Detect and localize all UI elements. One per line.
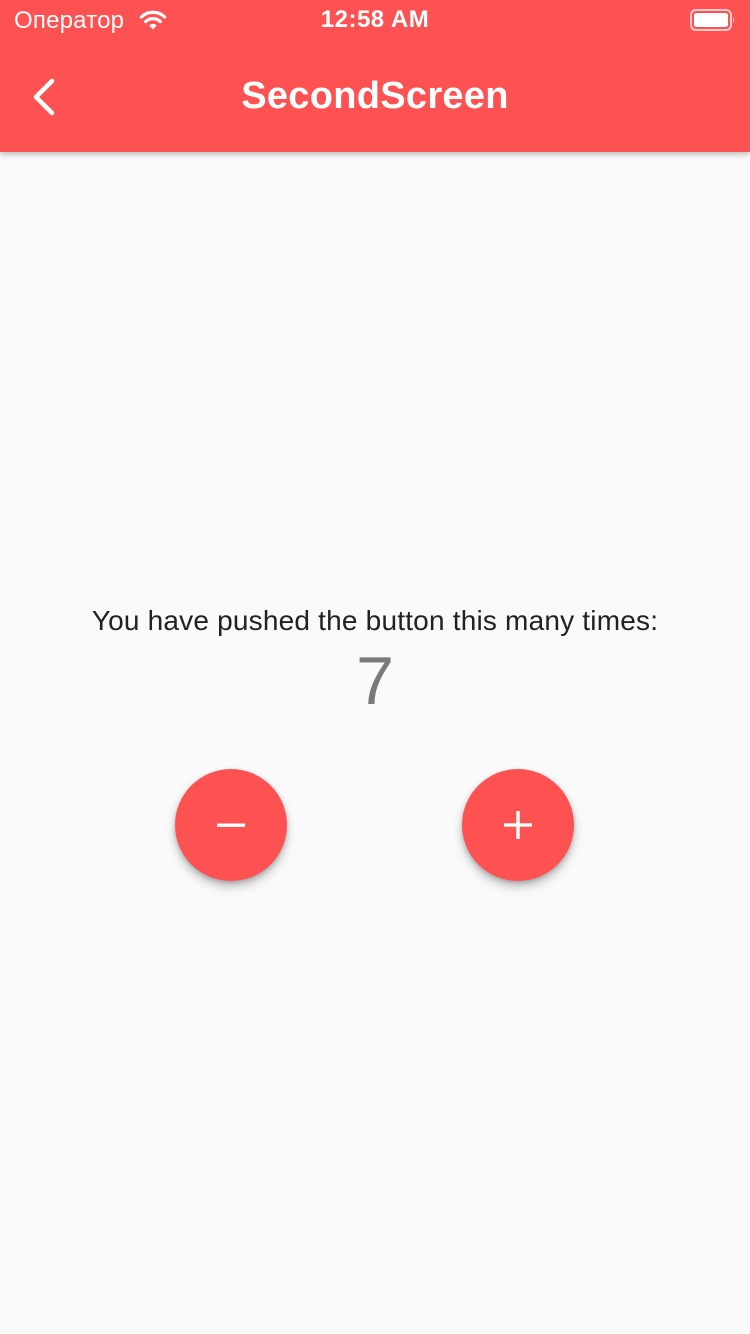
counter-label: You have pushed the button this many tim… xyxy=(91,605,659,636)
page-title: SecondScreen xyxy=(241,75,509,117)
status-bar: Оператор 12:58 AM xyxy=(0,0,750,40)
app-bar: Оператор 12:58 AM SecondScreen xyxy=(0,0,750,152)
minus-icon xyxy=(217,823,245,827)
counter-value: 7 xyxy=(356,643,394,719)
plus-icon xyxy=(504,811,532,839)
increment-button[interactable] xyxy=(462,769,574,881)
battery-icon xyxy=(690,9,735,31)
decrement-button[interactable] xyxy=(175,769,287,881)
status-time: 12:58 AM xyxy=(320,6,430,33)
